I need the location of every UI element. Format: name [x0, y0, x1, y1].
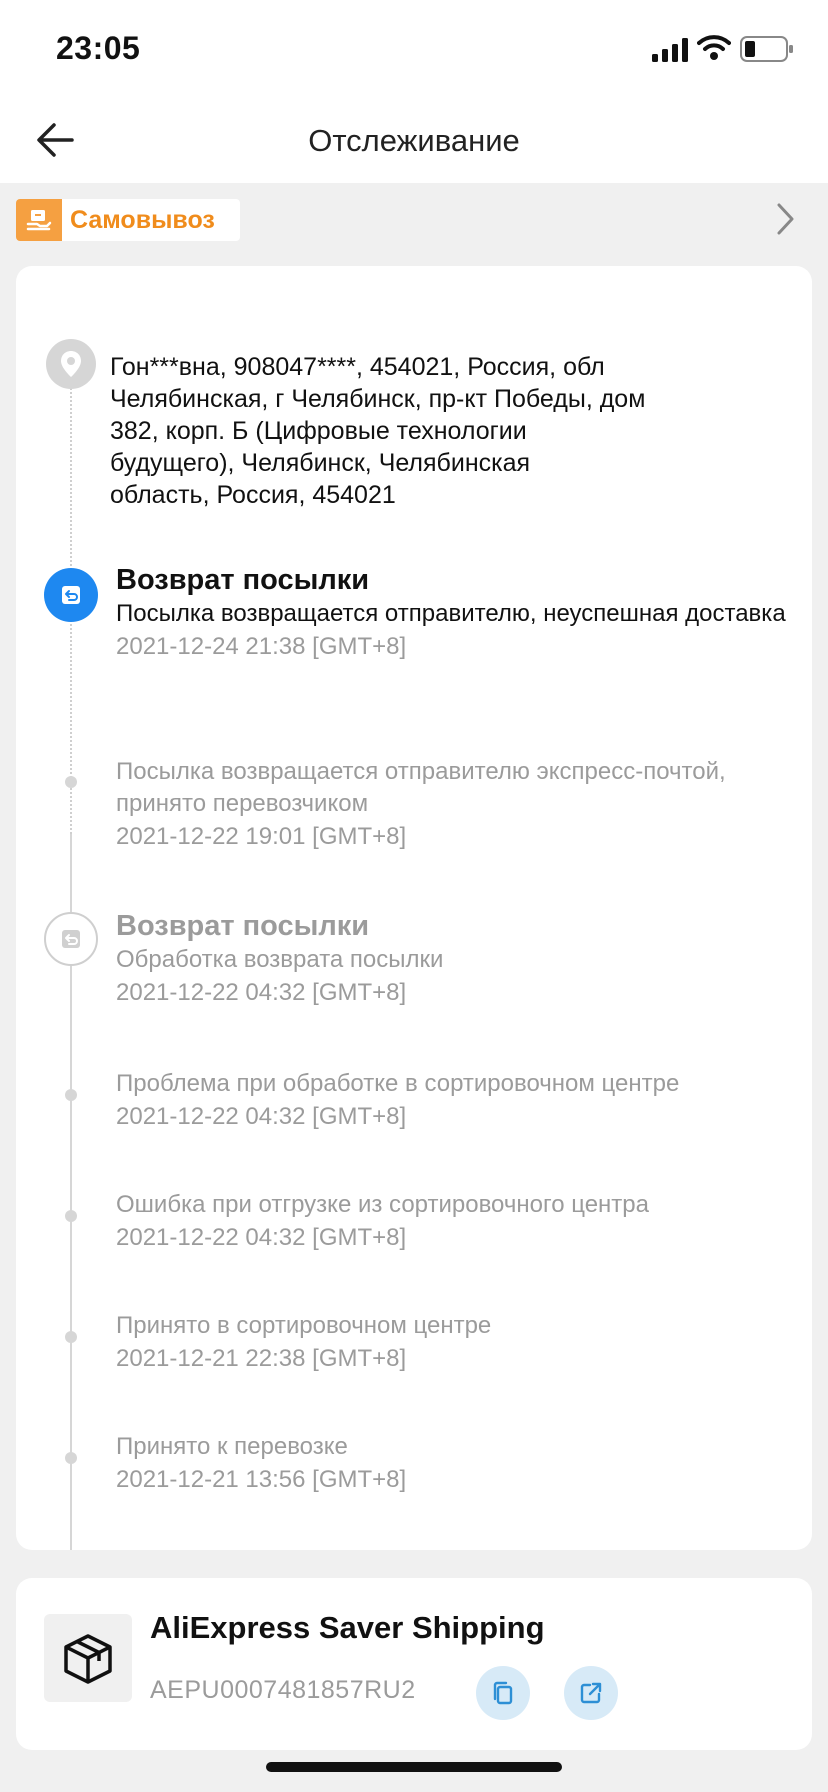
event-time: 2021-12-22 19:01 [GMT+8]: [116, 823, 407, 850]
chevron-right-icon[interactable]: [774, 201, 798, 237]
open-tracking-button[interactable]: [564, 1666, 618, 1720]
carrier-name: AliExpress Saver Shipping: [150, 1610, 545, 1645]
timeline-dot: [65, 776, 77, 788]
timeline-event: Принято к перевозке 2021-12-21 13:56 [GM…: [116, 1431, 806, 1497]
shipping-info-card: AliExpress Saver Shipping AEPU0007481857…: [16, 1578, 812, 1750]
battery-icon: [740, 36, 793, 62]
timeline-dot: [65, 1331, 77, 1343]
external-link-icon: [580, 1682, 602, 1704]
timeline-dot: [65, 1452, 77, 1464]
pickup-icon: [16, 199, 62, 241]
event-time: 2021-12-22 04:32 [GMT+8]: [116, 1103, 407, 1130]
tracking-number: AEPU0007481857RU2: [150, 1676, 416, 1704]
event-time: 2021-12-21 22:38 [GMT+8]: [116, 1345, 407, 1372]
pickup-badge: Самовывоз: [16, 199, 240, 241]
pickup-label: Самовывоз: [70, 205, 215, 234]
event-time: 2021-12-24 21:38 [GMT+8]: [116, 633, 407, 660]
event-description: Обработка возврата посылки: [116, 946, 444, 973]
status-time: 23:05: [56, 30, 141, 66]
event-description: Принято к перевозке: [116, 1433, 348, 1460]
timeline-dot: [65, 1089, 77, 1101]
copy-icon: [493, 1681, 513, 1705]
copy-tracking-button[interactable]: [476, 1666, 530, 1720]
event-title: Возврат посылки: [116, 564, 370, 596]
timeline-event: Возврат посылки Посылка возвращается отп…: [116, 562, 806, 664]
delivery-address: Гон***вна, 908047****, 454021, Россия, о…: [110, 353, 646, 509]
tracking-timeline-card: Гон***вна, 908047****, 454021, Россия, о…: [16, 266, 812, 1550]
return-icon: [44, 568, 98, 622]
timeline-event: Принято в сортировочном центре 2021-12-2…: [116, 1310, 806, 1376]
event-description: Проблема при обработке в сортировочном ц…: [116, 1070, 680, 1097]
pickup-row[interactable]: Самовывоз: [0, 183, 828, 263]
event-time: 2021-12-22 04:32 [GMT+8]: [116, 1224, 407, 1251]
status-bar: 23:05: [0, 0, 828, 95]
event-description: Посылка возвращается отправителю, неуспе…: [116, 600, 786, 627]
cellular-signal-icon: [652, 38, 688, 62]
package-icon: [44, 1614, 132, 1702]
event-description: Ошибка при отгрузке из сортировочного це…: [116, 1191, 649, 1218]
home-indicator: [266, 1762, 562, 1772]
event-title: Возврат посылки: [116, 910, 370, 942]
timeline-event: Проблема при обработке в сортировочном ц…: [116, 1068, 806, 1134]
return-icon: [44, 912, 98, 966]
event-time: 2021-12-22 04:32 [GMT+8]: [116, 979, 407, 1006]
page-title: Отслеживание: [308, 123, 520, 158]
nav-bar: Отслеживание: [0, 95, 828, 183]
timeline-event: Ошибка при отгрузке из сортировочного це…: [116, 1189, 806, 1255]
wifi-icon: [697, 35, 731, 60]
event-description: Посылка возвращается отправителю экспрес…: [116, 758, 726, 817]
timeline-event: Посылка возвращается отправителю экспрес…: [116, 756, 806, 854]
location-pin-icon: [46, 339, 96, 389]
event-description: Принято в сортировочном центре: [116, 1312, 492, 1339]
timeline-dot: [65, 1210, 77, 1222]
event-time: 2021-12-21 13:56 [GMT+8]: [116, 1466, 407, 1493]
timeline-event: Возврат посылки Обработка возврата посыл…: [116, 908, 806, 1010]
